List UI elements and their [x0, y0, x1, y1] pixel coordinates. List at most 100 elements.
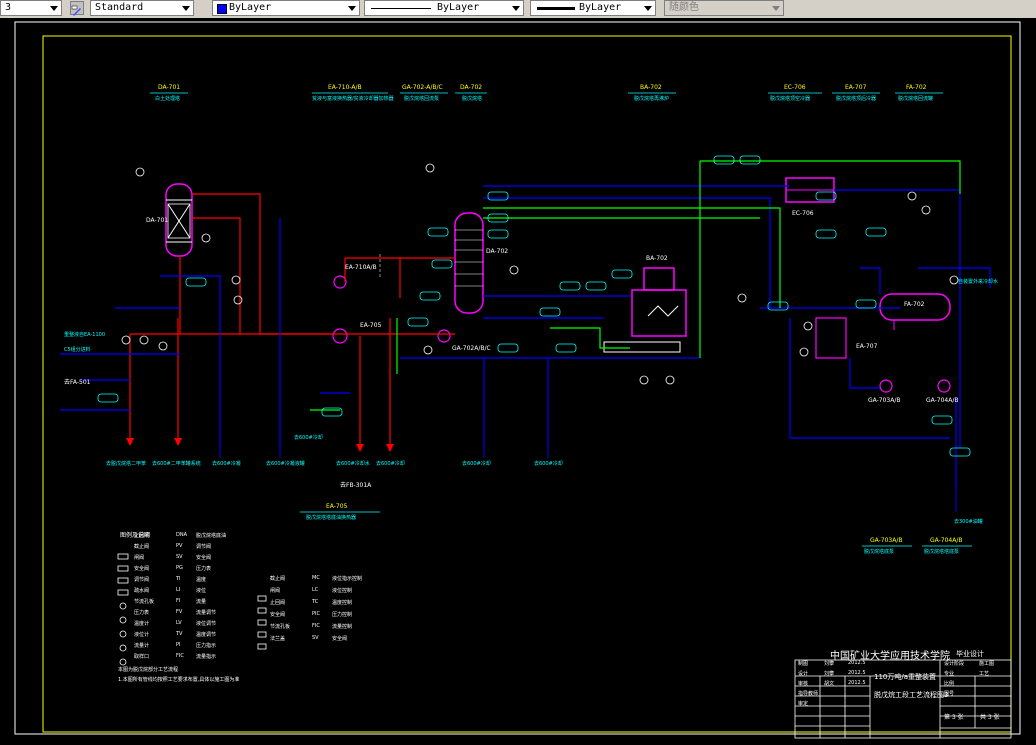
chevron-down-icon[interactable]	[182, 6, 190, 11]
header-desc-ec706: 脱戊烷塔顶空冷器	[770, 96, 811, 102]
ea710-exchanger	[333, 275, 347, 289]
legend-code: SV	[176, 554, 183, 560]
header-desc-da701: 白土处理塔	[155, 96, 181, 102]
header-desc-ba702: 脱戊烷塔再沸炉	[634, 96, 670, 102]
legend-item-label: 闸阀	[134, 555, 145, 561]
linetype-value: ByLayer	[437, 2, 480, 13]
tag-ea710: EA-710A/B	[345, 264, 377, 271]
legend-desc: 压力表	[196, 566, 212, 572]
lineweight-combo[interactable]: ByLayer	[530, 0, 656, 16]
outer-frame	[14, 21, 1021, 735]
header-tag-ea710: EA-710-A/B	[328, 84, 362, 91]
titleblock-cell: 胡文	[824, 681, 835, 687]
ea705-exchanger	[332, 328, 348, 344]
titleblock-project-1: 110万吨/a重整装置	[874, 673, 937, 681]
legend-item-label: 截止阀	[134, 544, 150, 550]
instrument-tags	[97, 155, 971, 457]
pumps	[437, 329, 951, 393]
legend-code: TI	[176, 576, 181, 582]
tag-ba702: BA-702	[646, 255, 668, 262]
fa702-drum	[879, 293, 951, 330]
line-label-out4: 去600#冷凝液罐	[266, 461, 305, 467]
titleblock-project-2: 脱戊烷工段工艺流程图3	[874, 691, 949, 699]
tag-ec706: EC-706	[792, 210, 814, 217]
tag-ea705: EA-705	[360, 322, 382, 329]
legend-item-label: 压力表	[134, 610, 150, 616]
color-swatch-icon	[217, 4, 227, 14]
legend-item-label: 节流孔板	[134, 599, 155, 605]
bottom-tag-ga704: GA-704A/B	[930, 537, 963, 544]
titleblock-total: 共 3 张	[980, 714, 1000, 721]
line-label-feed2: C5组分进料	[64, 347, 91, 353]
chevron-down-icon[interactable]	[644, 6, 652, 11]
titleblock-cell: 刘攀	[824, 661, 835, 667]
legend-code: PI	[176, 642, 181, 648]
color-combo[interactable]: ByLayer	[212, 0, 360, 16]
line-label-out6: 去600#冷却	[376, 461, 405, 467]
text-style-icon[interactable]	[70, 1, 84, 16]
header-tag-da702: DA-702	[460, 84, 483, 91]
header-desc-ea707: 脱戊烷塔顶后冷器	[836, 96, 877, 102]
tag-ga702: GA-702A/B/C	[452, 345, 491, 352]
bottom-tag-ga703: GA-703A/B	[870, 537, 903, 544]
legend-item-label: 取样口	[134, 654, 150, 660]
chevron-down-icon[interactable]	[512, 6, 520, 11]
titleblock-cell: 2012.5	[848, 660, 866, 666]
ba702-furnace	[603, 267, 687, 353]
line-label-to-ea706: 自装置外来冷却水	[958, 279, 999, 285]
legend-item-label: 止回阀	[270, 600, 286, 606]
legend-item-label: 节流孔板	[270, 624, 291, 630]
layer-value: 3	[5, 2, 12, 13]
bottom-desc-ea705: 脱戊烷塔塔底油换热器	[306, 515, 357, 521]
legend-code: LV	[176, 620, 182, 626]
legend-code: TC	[312, 599, 319, 605]
legend-item-label: 截止阀	[270, 576, 286, 582]
legend-item-label: 流量计	[134, 643, 150, 649]
tag-ea707: EA-707	[856, 343, 878, 350]
tag-da702: DA-702	[486, 248, 509, 255]
legend-desc: 流量	[196, 599, 207, 605]
titleblock-cell: 刘攀	[824, 671, 835, 677]
legend-desc: 温度	[196, 577, 207, 583]
titleblock-right-cell: 施工图	[979, 661, 995, 667]
chevron-down-icon[interactable]	[348, 6, 356, 11]
tag-fa501: 去FA-501	[64, 379, 91, 386]
line-label-out1: 去脱戊烷塔二甲苯	[106, 461, 147, 467]
color-value: ByLayer	[229, 2, 272, 13]
titleblock-sheet: 第 3 张	[944, 714, 964, 721]
legend-code: FI	[176, 598, 181, 604]
titleblock-cell: 设计	[798, 671, 809, 677]
lineweight-preview-icon	[537, 7, 575, 10]
titleblock-cell: 2012.5	[848, 670, 866, 676]
da701-column	[165, 183, 193, 257]
legend-desc: 调节阀	[196, 544, 212, 550]
linetype-combo[interactable]: ByLayer	[364, 0, 524, 16]
textstyle-combo[interactable]: Standard	[90, 0, 194, 16]
blue-pipes	[60, 185, 991, 488]
chevron-down-icon[interactable]	[50, 6, 58, 11]
chevron-down-icon	[772, 6, 780, 11]
line-label-out5: 去600#冷却水	[336, 461, 370, 467]
line-label-out10: 去300#油罐	[954, 519, 983, 525]
titleblock-cell: 审核	[798, 681, 809, 687]
line-label-out3: 去600#冷凝	[212, 461, 241, 467]
legend-desc: 温度控制	[332, 600, 353, 606]
header-desc-da702: 脱戊烷塔	[462, 96, 483, 102]
legend-desc: 液位	[196, 588, 207, 594]
header-tag-da701: DA-701	[158, 84, 181, 91]
legend-item-label: 液位计	[134, 632, 150, 638]
drawing-canvas[interactable]: DA-701 白土处理塔 EA-710-A/B 贫液与富液换热器/贫液冷却器加热…	[0, 18, 1036, 745]
bottom-desc-ga704: 脱戊烷塔塔底泵	[924, 549, 960, 555]
header-desc-ga702: 脱戊烷塔回流泵	[404, 96, 440, 102]
drawing-border	[42, 35, 1012, 733]
legend-note-1: 1.本图所有管线均按照工艺要求布置,具体以施工图为准	[118, 677, 240, 683]
layer-combo[interactable]: 3	[0, 0, 62, 16]
line-label-out2: 去600#二甲苯罐系统	[152, 461, 201, 467]
legend-desc: 压力指示	[196, 643, 217, 649]
legend-code: FV	[176, 609, 183, 615]
line-label-out7: 去600#冷却	[462, 461, 491, 467]
plotstyle-value: 随颜色	[669, 2, 699, 13]
header-desc-fa702: 脱戊烷塔回流罐	[898, 96, 934, 102]
lineweight-value: ByLayer	[579, 2, 622, 13]
legend-item-label: 温度计	[134, 621, 150, 627]
